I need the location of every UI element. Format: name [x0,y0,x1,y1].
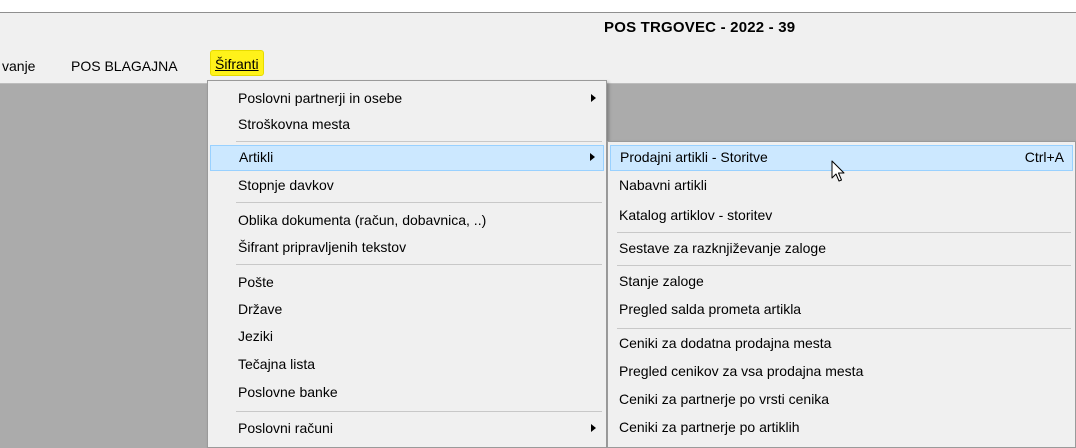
menu-item-oblika-dokumenta[interactable]: Oblika dokumenta (račun, dobavnica, ..) [210,208,604,234]
menu-item-label: Poslovni računi [238,420,333,436]
mouse-pointer-icon [831,160,845,182]
menu-item-label: Poslovni partnerji in osebe [238,90,403,106]
submenu-item-ceniki-dodatna[interactable]: Ceniki za dodatna prodajna mesta [610,331,1073,357]
menu-separator [617,265,1071,266]
menu-item-drzave[interactable]: Države [210,297,604,323]
app-title: POS TRGOVEC - 2022 - 39 [604,19,796,36]
menu-item-label: Stroškovna mesta [238,116,351,132]
submenu-item-pregled-salda[interactable]: Pregled salda prometa artikla [610,297,1073,323]
submenu-item-label: Stanje zaloge [619,273,704,289]
submenu-item-label: Katalog artiklov - storitev [619,207,773,223]
shortcut-label: Ctrl+A [1024,149,1064,165]
menu-item-label: Pošte [238,274,274,290]
menu-item-stroskovna-mesta[interactable]: Stroškovna mesta [210,112,604,138]
menu-item-label: Države [238,301,283,317]
menu-separator [236,411,602,412]
window-top-edge [0,0,1076,13]
menubar-item-pos-blagajna[interactable]: POS BLAGAJNA [71,58,178,74]
menubar: vanje POS BLAGAJNA Šifranti [0,46,1076,84]
submenu-arrow-icon [591,424,596,432]
menu-item-label: Artikli [239,149,274,165]
menu-item-poslovni-racuni[interactable]: Poslovni računi [210,416,604,442]
menu-separator [236,141,602,142]
menubar-item-sifranti-label: Šifranti [215,56,259,72]
menu-item-stopnje-davkov[interactable]: Stopnje davkov [210,173,604,199]
menu-item-tecajna-lista[interactable]: Tečajna lista [210,352,604,378]
submenu-item-label: Pregled cenikov za vsa prodajna mesta [619,363,864,379]
submenu-item-stanje-zaloge[interactable]: Stanje zaloge [610,269,1073,295]
submenu-item-label: Ceniki za dodatna prodajna mesta [619,335,832,351]
submenu-item-ceniki-artiklih[interactable]: Ceniki za partnerje po artiklih [610,415,1073,441]
menu-item-poslovne-banke[interactable]: Poslovne banke [210,380,604,406]
menu-item-label: Stopnje davkov [238,177,334,193]
submenu-item-label: Prodajni artikli - Storitve [620,149,768,165]
submenu-item-katalog-artiklov[interactable]: Katalog artiklov - storitev [610,203,1073,229]
menubar-item-vanje[interactable]: vanje [2,58,35,74]
submenu-item-label: Nabavni artikli [619,177,707,193]
submenu-arrow-icon [590,153,595,161]
submenu-item-ceniki-vrsti[interactable]: Ceniki za partnerje po vrsti cenika [610,387,1073,413]
submenu-item-label: Ceniki za partnerje po artiklih [619,419,800,435]
menu-item-label: Oblika dokumenta (račun, dobavnica, ..) [238,212,487,228]
submenu-item-sestave[interactable]: Sestave za razknjiževanje zaloge [610,236,1073,262]
menu-item-label: Šifrant pripravljenih tekstov [238,239,407,255]
sifranti-dropdown-menu: Poslovni partnerji in osebe Stroškovna m… [207,80,607,448]
menu-separator [617,232,1071,233]
menu-item-label: Poslovne banke [238,384,338,400]
menu-item-artikli[interactable]: Artikli [210,145,604,171]
menu-item-poslovni-partnerji[interactable]: Poslovni partnerji in osebe [210,86,604,112]
menu-separator [236,202,602,203]
menu-item-label: Tečajna lista [238,356,316,372]
menu-separator [236,264,602,265]
menu-item-jeziki[interactable]: Jeziki [210,324,604,350]
menu-item-label: Jeziki [238,328,274,344]
menubar-item-sifranti[interactable]: Šifranti [210,50,264,76]
submenu-item-label: Pregled salda prometa artikla [619,301,802,317]
title-bar: POS TRGOVEC - 2022 - 39 [0,13,1076,46]
menu-item-poste[interactable]: Pošte [210,270,604,296]
submenu-item-pregled-cenikov[interactable]: Pregled cenikov za vsa prodajna mesta [610,359,1073,385]
submenu-item-label: Ceniki za partnerje po vrsti cenika [619,391,830,407]
artikli-submenu: Prodajni artikli - Storitve Ctrl+A Nabav… [607,141,1076,448]
menu-item-sifrant-tekstov[interactable]: Šifrant pripravljenih tekstov [210,235,604,261]
submenu-arrow-icon [591,94,596,102]
menu-separator [617,328,1071,329]
submenu-item-label: Sestave za razknjiževanje zaloge [619,240,827,256]
